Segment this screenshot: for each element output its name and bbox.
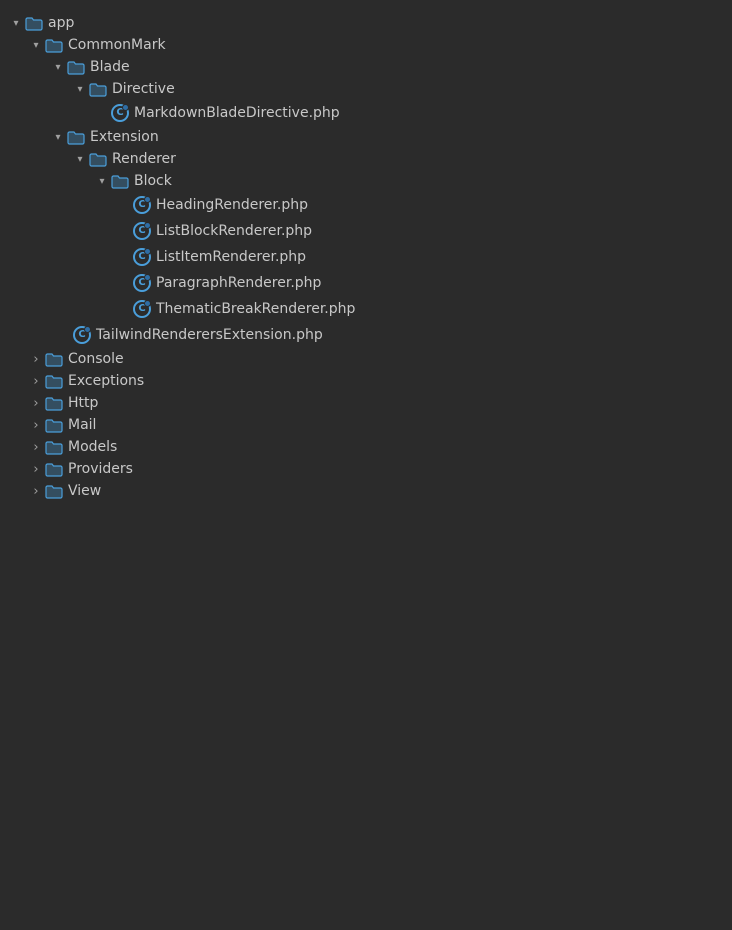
chevron-commonmark	[28, 37, 44, 53]
paragraphrenderer-label: ParagraphRenderer.php	[156, 275, 321, 291]
tree-item-blade[interactable]: Blade	[0, 56, 732, 78]
chevron-extension	[50, 129, 66, 145]
folder-icon-blade	[66, 59, 86, 75]
headingrenderer-label: HeadingRenderer.php	[156, 197, 308, 213]
app-label: app	[48, 15, 74, 31]
renderer-label: Renderer	[112, 151, 176, 167]
chevron-view	[28, 483, 44, 499]
exceptions-label: Exceptions	[68, 373, 144, 389]
chevron-block	[94, 173, 110, 189]
chevron-models	[28, 439, 44, 455]
markdownbladedirective-label: MarkdownBladeDirective.php	[134, 105, 340, 121]
folder-icon-view	[44, 483, 64, 499]
tree-item-thematicbreakrenderer[interactable]: C ThematicBreakRenderer.php	[0, 296, 732, 322]
tree-item-http[interactable]: Http	[0, 392, 732, 414]
file-tree: app CommonMark Blade	[0, 12, 732, 502]
folder-icon-mail	[44, 417, 64, 433]
tree-item-paragraphrenderer[interactable]: C ParagraphRenderer.php	[0, 270, 732, 296]
chevron-exceptions	[28, 373, 44, 389]
tree-item-exceptions[interactable]: Exceptions	[0, 370, 732, 392]
php-class-icon-paragraph: C	[132, 273, 152, 293]
tree-item-block[interactable]: Block	[0, 170, 732, 192]
tree-item-markdownbladedirective[interactable]: C MarkdownBladeDirective.php	[0, 100, 732, 126]
chevron-renderer	[72, 151, 88, 167]
directive-label: Directive	[112, 81, 175, 97]
folder-icon-providers	[44, 461, 64, 477]
blade-label: Blade	[90, 59, 130, 75]
tree-item-models[interactable]: Models	[0, 436, 732, 458]
tree-item-renderer[interactable]: Renderer	[0, 148, 732, 170]
folder-icon-extension	[66, 129, 86, 145]
tree-item-extension[interactable]: Extension	[0, 126, 732, 148]
http-label: Http	[68, 395, 98, 411]
providers-label: Providers	[68, 461, 133, 477]
tree-item-headingrenderer[interactable]: C HeadingRenderer.php	[0, 192, 732, 218]
folder-icon-exceptions	[44, 373, 64, 389]
folder-icon-http	[44, 395, 64, 411]
php-class-icon-heading: C	[132, 195, 152, 215]
tailwindextension-label: TailwindRenderersExtension.php	[96, 327, 323, 343]
tree-item-mail[interactable]: Mail	[0, 414, 732, 436]
listblockrenderer-label: ListBlockRenderer.php	[156, 223, 312, 239]
console-label: Console	[68, 351, 124, 367]
chevron-http	[28, 395, 44, 411]
tree-item-view[interactable]: View	[0, 480, 732, 502]
tree-item-directive[interactable]: Directive	[0, 78, 732, 100]
chevron-blade	[50, 59, 66, 75]
php-class-icon: C	[110, 103, 130, 123]
block-label: Block	[134, 173, 172, 189]
chevron-app	[8, 15, 24, 31]
listitemrenderer-label: ListItemRenderer.php	[156, 249, 306, 265]
chevron-mail	[28, 417, 44, 433]
view-label: View	[68, 483, 101, 499]
commonmark-label: CommonMark	[68, 37, 166, 53]
chevron-directive	[72, 81, 88, 97]
folder-icon-console	[44, 351, 64, 367]
folder-icon-directive	[88, 81, 108, 97]
folder-icon-models	[44, 439, 64, 455]
models-label: Models	[68, 439, 117, 455]
php-class-icon-listblock: C	[132, 221, 152, 241]
chevron-providers	[28, 461, 44, 477]
tree-item-app[interactable]: app	[0, 12, 732, 34]
mail-label: Mail	[68, 417, 96, 433]
folder-icon-commonmark	[44, 37, 64, 53]
folder-icon-renderer	[88, 151, 108, 167]
app-children: CommonMark Blade	[0, 34, 732, 502]
tree-item-listitemrenderer[interactable]: C ListItemRenderer.php	[0, 244, 732, 270]
tree-item-commonmark[interactable]: CommonMark	[0, 34, 732, 56]
folder-icon-app	[24, 15, 44, 31]
folder-icon-block	[110, 173, 130, 189]
tree-item-console[interactable]: Console	[0, 348, 732, 370]
thematicbreakrenderer-label: ThematicBreakRenderer.php	[156, 301, 355, 317]
tree-item-tailwindextension[interactable]: C TailwindRenderersExtension.php	[0, 322, 732, 348]
php-class-icon-tailwind: C	[72, 325, 92, 345]
php-class-icon-thematicbreak: C	[132, 299, 152, 319]
php-class-icon-listitem: C	[132, 247, 152, 267]
chevron-console	[28, 351, 44, 367]
extension-label: Extension	[90, 129, 159, 145]
tree-item-providers[interactable]: Providers	[0, 458, 732, 480]
tree-item-listblockrenderer[interactable]: C ListBlockRenderer.php	[0, 218, 732, 244]
